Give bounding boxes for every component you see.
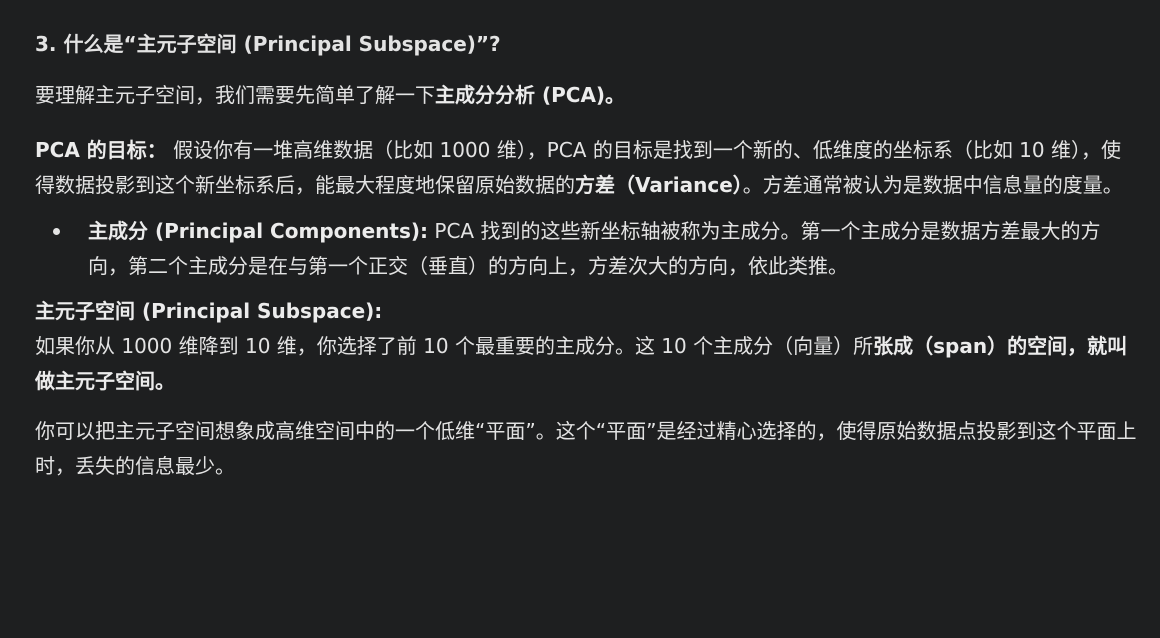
subspace-text: 如果你从 1000 维降到 10 维，你选择了前 10 个最重要的主成分。这 1… <box>35 334 874 358</box>
intro-bold: 主成分分析 (PCA)。 <box>435 83 626 107</box>
closing-paragraph: 你可以把主元子空间想象成高维空间中的一个低维“平面”。这个“平面”是经过精心选择… <box>35 419 1137 478</box>
bullet-list: 主成分 (Principal Components): PCA 找到的这些新坐标… <box>35 214 1140 284</box>
pca-goal-paragraph: PCA 的目标： 假设你有一堆高维数据（比如 1000 维），PCA 的目标是找… <box>35 133 1140 203</box>
intro-paragraph: 要理解主元子空间，我们需要先简单了解一下主成分分析 (PCA)。 <box>35 78 1140 113</box>
intro-text: 要理解主元子空间，我们需要先简单了解一下 <box>35 83 435 107</box>
bullet-dot-icon <box>53 228 60 235</box>
bullet-label: 主成分 (Principal Components): <box>88 219 429 243</box>
subspace-bold-1: 张成 <box>873 334 914 358</box>
pca-goal-label: PCA 的目标： <box>35 138 167 162</box>
list-item: 主成分 (Principal Components): PCA 找到的这些新坐标… <box>35 214 1140 284</box>
pca-goal-text-2: 。方差通常被认为是数据中信息量的度量。 <box>742 173 1123 197</box>
subspace-paragraph: 主元子空间 (Principal Subspace): 如果你从 1000 维降到… <box>35 294 1140 399</box>
pca-goal-variance: 方差（Variance） <box>575 173 743 197</box>
message-content: 3. 什么是“主元子空间 (Principal Subspace)”? 要理解主… <box>0 0 1160 638</box>
section-heading: 3. 什么是“主元子空间 (Principal Subspace)”? <box>35 32 501 56</box>
subspace-label: 主元子空间 (Principal Subspace): <box>35 299 383 323</box>
